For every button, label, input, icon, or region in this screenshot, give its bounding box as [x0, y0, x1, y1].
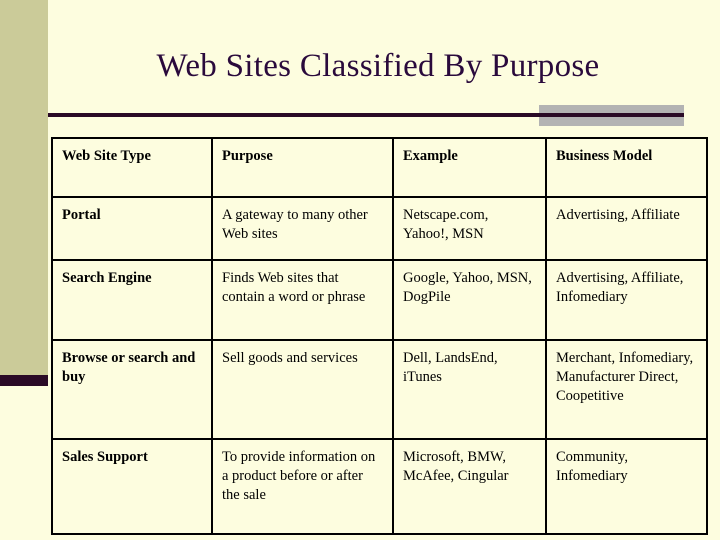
cell-example: Dell, LandsEnd, iTunes — [392, 339, 547, 440]
cell-web-site-type: Portal — [51, 196, 213, 261]
table-row: Browse or search and buy Sell goods and … — [51, 339, 708, 440]
table-row: Portal A gateway to many other Web sites… — [51, 196, 708, 261]
cell-example: Microsoft, BMW, McAfee, Cingular — [392, 438, 547, 535]
cell-purpose: To provide information on a product befo… — [211, 438, 394, 535]
decorative-side-band — [0, 0, 48, 381]
table-row: Sales Support To provide information on … — [51, 438, 708, 535]
cell-business-model: Merchant, Infomediary, Manufacturer Dire… — [545, 339, 708, 440]
cell-web-site-type: Search Engine — [51, 259, 213, 341]
cell-purpose: A gateway to many other Web sites — [211, 196, 394, 261]
cell-business-model: Advertising, Affiliate, Infomediary — [545, 259, 708, 341]
column-header-purpose: Purpose — [211, 137, 394, 198]
cell-web-site-type: Sales Support — [51, 438, 213, 535]
table-header-row: Web Site Type Purpose Example Business M… — [51, 137, 708, 198]
page-title: Web Sites Classified By Purpose — [156, 48, 600, 84]
cell-purpose: Sell goods and services — [211, 339, 394, 440]
decorative-side-rule — [0, 375, 48, 386]
cell-business-model: Community, Infomediary — [545, 438, 708, 535]
cell-purpose: Finds Web sites that contain a word or p… — [211, 259, 394, 341]
cell-example: Google, Yahoo, MSN, DogPile — [392, 259, 547, 341]
web-site-purpose-table: Web Site Type Purpose Example Business M… — [51, 137, 708, 535]
slide-canvas: Web Sites Classified By Purpose Web Site… — [0, 0, 720, 540]
table-row: Search Engine Finds Web sites that conta… — [51, 259, 708, 341]
cell-business-model: Advertising, Affiliate — [545, 196, 708, 261]
column-header-web-site-type: Web Site Type — [51, 137, 213, 198]
decorative-title-rule — [48, 113, 684, 117]
column-header-example: Example — [392, 137, 547, 198]
cell-example: Netscape.com, Yahoo!, MSN — [392, 196, 547, 261]
column-header-business-model: Business Model — [545, 137, 708, 198]
cell-web-site-type: Browse or search and buy — [51, 339, 213, 440]
